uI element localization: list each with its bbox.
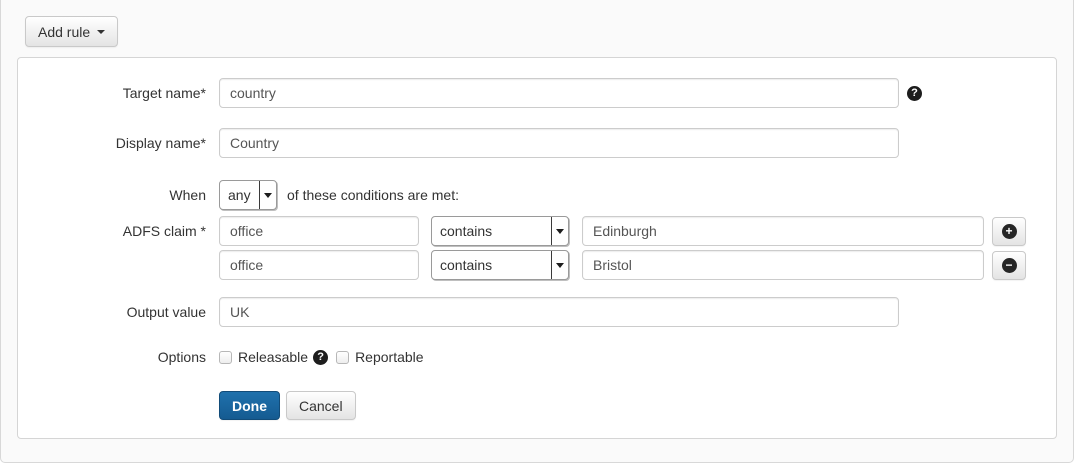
help-icon[interactable]: ? <box>907 86 922 101</box>
target-name-input[interactable] <box>219 78 899 108</box>
operator-select-value: contains <box>432 217 551 245</box>
reportable-checkbox[interactable] <box>336 351 349 364</box>
output-value-input[interactable] <box>219 297 899 327</box>
options-row: Options Releasable ? Reportable <box>18 349 1056 365</box>
when-row: When any of these conditions are met: <box>18 180 1056 210</box>
toolbar: Add rule <box>1 0 1073 47</box>
rules-editor-container: Add rule Target name* ? Display name* Wh… <box>0 0 1074 463</box>
remove-condition-button[interactable]: − <box>992 251 1026 280</box>
condition-row: contains − <box>18 250 1056 280</box>
adfs-claim-label: ADFS claim * <box>18 223 219 239</box>
when-select-value: any <box>220 181 259 209</box>
minus-circle-icon: − <box>1002 258 1017 273</box>
display-name-input[interactable] <box>219 128 899 158</box>
releasable-label: Releasable <box>238 349 308 365</box>
actions-row: Done Cancel <box>18 391 1056 420</box>
operator-select-value: contains <box>432 251 551 279</box>
help-icon[interactable]: ? <box>313 350 328 365</box>
select-caret-icon <box>259 181 276 209</box>
target-name-row: Target name* ? <box>18 78 1056 108</box>
done-button[interactable]: Done <box>219 391 280 420</box>
target-name-label: Target name* <box>18 85 219 101</box>
add-condition-button[interactable]: + <box>992 217 1026 246</box>
when-label: When <box>18 187 219 203</box>
plus-circle-icon: + <box>1002 224 1017 239</box>
reportable-option: Reportable <box>336 349 424 365</box>
claim-value-input[interactable] <box>582 250 984 280</box>
reportable-label: Reportable <box>355 349 424 365</box>
operator-select[interactable]: contains <box>431 216 569 246</box>
releasable-option: Releasable <box>219 349 308 365</box>
releasable-checkbox[interactable] <box>219 351 232 364</box>
output-value-label: Output value <box>18 304 219 320</box>
operator-select[interactable]: contains <box>431 250 569 280</box>
rule-edit-panel: Target name* ? Display name* When any of… <box>17 57 1057 439</box>
condition-row: ADFS claim * contains + <box>18 216 1056 246</box>
add-rule-label: Add rule <box>38 24 90 40</box>
when-select[interactable]: any <box>219 180 277 210</box>
claim-name-input[interactable] <box>219 216 419 246</box>
add-rule-button[interactable]: Add rule <box>25 16 118 47</box>
claim-value-input[interactable] <box>582 216 984 246</box>
when-suffix-text: of these conditions are met: <box>287 187 459 203</box>
output-value-row: Output value <box>18 297 1056 327</box>
cancel-button[interactable]: Cancel <box>286 391 356 420</box>
display-name-row: Display name* <box>18 128 1056 158</box>
select-caret-icon <box>551 217 568 245</box>
display-name-label: Display name* <box>18 135 219 151</box>
select-caret-icon <box>551 251 568 279</box>
claim-name-input[interactable] <box>219 250 419 280</box>
chevron-down-icon <box>97 30 105 34</box>
options-label: Options <box>18 349 219 365</box>
